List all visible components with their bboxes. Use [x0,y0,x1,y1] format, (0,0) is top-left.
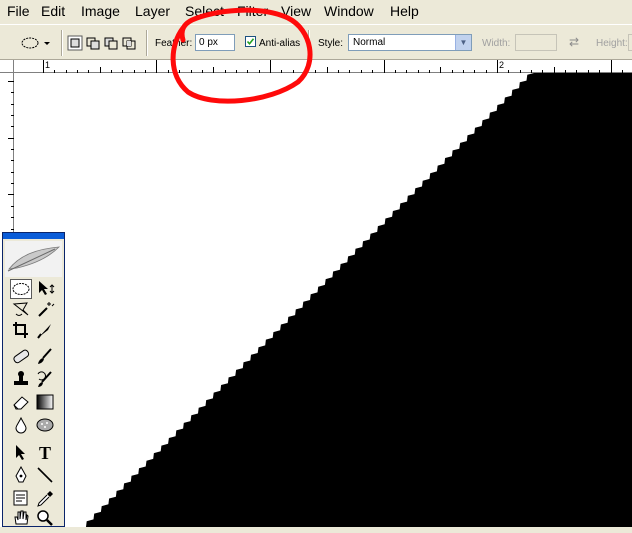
selection-mode-icons[interactable] [67,35,139,51]
dodge-tool[interactable] [34,416,56,436]
width-input[interactable] [515,34,557,51]
style-select[interactable]: Normal ▼ [348,34,472,51]
slice-tool[interactable] [34,321,56,341]
crop-tool[interactable] [10,321,32,341]
notes-icon [13,490,28,506]
eraser-icon [13,396,29,410]
move-icon [39,281,55,295]
menu-edit[interactable]: Edit [41,3,65,19]
ruler-top-ticks [43,60,623,73]
arrow-icon [16,445,25,460]
zoom-icon [37,510,53,526]
bandage-icon [13,349,30,364]
height-input[interactable] [628,34,632,51]
menu-filter[interactable]: Filter [237,3,268,19]
hand-icon [14,510,29,525]
menu-bar: File Edit Image Layer Select Filter View… [0,0,632,24]
zoom-tool[interactable] [34,509,56,529]
notes-tool[interactable] [10,489,32,509]
separator [146,30,148,56]
options-bar: Feather: 0 px Anti-alias Style: Normal ▼… [0,24,632,60]
healing-brush-tool[interactable] [10,347,32,367]
style-label: Style: [318,38,344,49]
menu-view[interactable]: View [281,3,311,19]
feather-input[interactable]: 0 px [195,34,235,51]
history-brush-tool[interactable] [34,370,56,390]
droplet-icon [15,416,27,434]
brush-icon [38,348,52,364]
eyedropper-tool[interactable] [34,489,56,509]
path-selection-tool[interactable] [10,443,32,463]
magic-wand-tool[interactable] [34,300,56,320]
pen-tool[interactable] [10,465,32,486]
toolbox-title-bar[interactable] [3,233,64,239]
ruler-number: 2 [499,60,505,70]
menu-select[interactable]: Select [185,3,224,19]
brush-tool[interactable] [34,347,56,367]
clone-stamp-tool[interactable] [10,370,32,390]
width-label: Width: [482,38,511,49]
canvas-image [86,73,632,527]
check-icon [246,38,255,46]
separator [61,30,63,56]
gradient-icon [36,394,54,410]
history-brush-icon [37,371,52,387]
stamp-icon [14,371,28,385]
feather-logo-icon [5,241,62,277]
menu-help[interactable]: Help [390,3,419,19]
toolbox-panel: T [2,232,65,527]
lasso-icon [12,302,29,316]
line-tool[interactable] [34,466,56,486]
type-icon: T [38,443,51,463]
ruler-number: 1 [45,60,51,70]
crop-icon [13,322,28,338]
line-icon [37,467,53,483]
feather-label: Feather: [155,38,193,49]
eraser-tool[interactable] [10,393,32,413]
antialias-checkbox[interactable] [245,36,256,47]
document-canvas[interactable] [14,73,632,527]
menu-image[interactable]: Image [81,3,120,19]
chevron-down-icon[interactable]: ▼ [455,35,471,50]
move-tool[interactable] [34,279,56,299]
height-label: Height: [596,38,628,49]
elliptical-marquee-tool[interactable] [10,279,32,299]
menu-layer[interactable]: Layer [135,3,170,19]
ellipse-icon [12,283,30,295]
ruler-corner [0,60,14,73]
gradient-tool[interactable] [34,393,56,413]
style-value: Normal [353,37,386,48]
pen-icon [15,465,27,483]
ruler-top: 1 2 [14,60,632,73]
black-fill-region [86,73,632,527]
eyedropper-icon [37,491,53,507]
lasso-tool[interactable] [10,300,32,320]
slice-icon [37,324,51,339]
elliptical-marquee-preset-icon[interactable] [20,35,50,51]
sponge-icon [36,418,54,432]
menu-window[interactable]: Window [324,3,374,19]
blur-tool[interactable] [10,416,32,436]
magic-wand-icon [38,302,55,317]
antialias-label: Anti-alias [259,38,301,49]
toolbox-header[interactable] [5,241,62,277]
hand-tool[interactable] [10,509,32,529]
menu-file[interactable]: File [7,3,30,19]
swap-dimensions-icon[interactable]: ⇄ [569,35,579,49]
type-tool[interactable]: T [34,443,56,463]
separator [308,30,310,56]
